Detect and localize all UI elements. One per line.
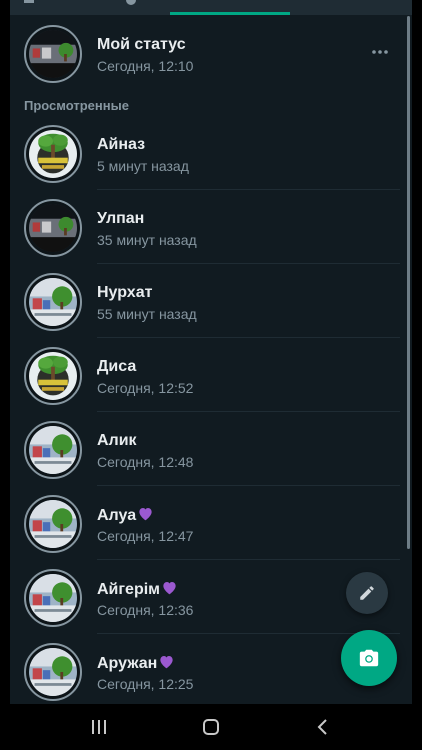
system-nav-bar [0,704,422,750]
pencil-icon [360,586,374,600]
contact-name: Диса [97,358,137,375]
avatar [24,495,82,553]
status-time: Сегодня, 12:52 [97,380,194,396]
chats-tab-icon[interactable] [126,0,136,5]
status-row[interactable]: Нурхат 55 минут назад [10,264,412,338]
status-row[interactable]: Улпан 35 минут назад [10,190,412,264]
avatar [24,273,82,331]
purple-heart-icon [160,656,173,669]
status-time: Сегодня, 12:48 [97,454,194,470]
contact-name: Алуа [97,506,154,525]
my-status-row[interactable]: Мой статус Сегодня, 12:10 [10,16,412,90]
more-vert-icon[interactable] [370,42,390,62]
contact-name: Айназ [97,136,146,153]
status-row[interactable]: Диса Сегодня, 12:52 [10,338,412,412]
status-time: Сегодня, 12:36 [97,602,194,618]
contact-name: Нурхат [97,284,153,301]
active-tab-indicator [170,12,290,15]
purple-heart-icon [139,508,152,521]
avatar [24,199,82,257]
avatar [24,125,82,183]
status-time: Сегодня, 12:25 [97,676,194,692]
contact-name: Алик [97,432,137,449]
status-screen: Мой статус Сегодня, 12:10 Просмотренные … [10,0,412,704]
avatar [24,25,82,83]
pencil-fab[interactable] [346,572,388,614]
avatar [24,569,82,627]
my-status-title: Мой статус [97,36,186,53]
back-icon[interactable] [308,714,338,740]
status-time: 5 минут назад [97,158,189,174]
status-time: 35 минут назад [97,232,197,248]
tab-bar [10,0,412,15]
section-viewed-label: Просмотренные [24,98,129,113]
status-row[interactable]: Алуа Сегодня, 12:47 [10,486,412,560]
status-row[interactable]: Айназ 5 минут назад [10,116,412,190]
status-row[interactable]: Алик Сегодня, 12:48 [10,412,412,486]
avatar [24,347,82,405]
contact-name: Айгерім [97,580,178,599]
contact-name: Улпан [97,210,145,227]
my-status-time: Сегодня, 12:10 [97,58,194,74]
status-time: Сегодня, 12:47 [97,528,194,544]
status-time: 55 минут назад [97,306,197,322]
avatar [24,421,82,479]
home-icon[interactable] [196,714,226,740]
purple-heart-icon [163,582,176,595]
contact-name: Аружан [97,654,175,673]
camera-fab[interactable] [341,630,397,686]
camera-icon [359,649,379,667]
avatar [24,643,82,701]
camera-tab-icon[interactable] [24,0,34,3]
recent-apps-icon[interactable] [84,714,114,740]
